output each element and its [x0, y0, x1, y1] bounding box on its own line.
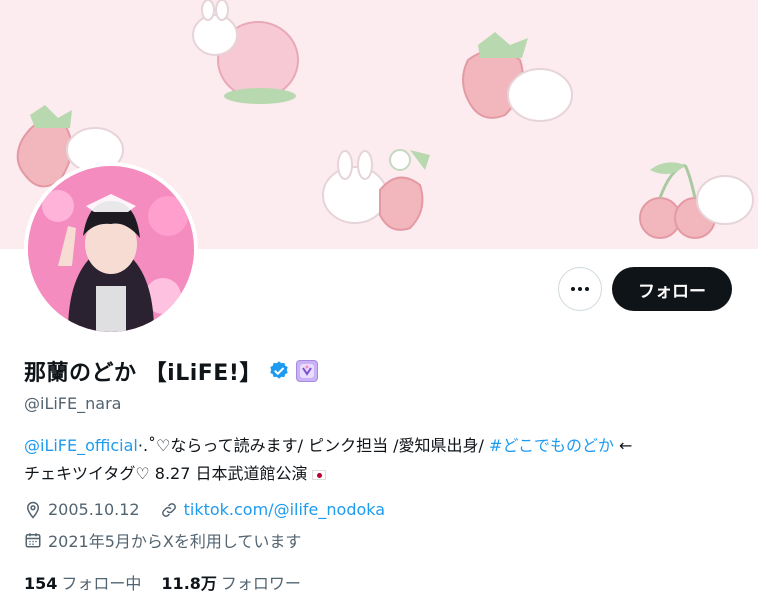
- followers-count: 11.8万: [161, 574, 217, 593]
- following-link[interactable]: 154 フォロー中: [24, 570, 141, 594]
- followers-label: フォロワー: [220, 574, 301, 593]
- more-icon: [571, 287, 589, 291]
- bio-text-arrow: ←: [613, 436, 633, 455]
- following-count: 154: [24, 574, 58, 593]
- profile-avatar[interactable]: [24, 162, 198, 336]
- follow-button[interactable]: フォロー: [612, 267, 732, 311]
- location-icon: [26, 501, 40, 519]
- verified-icon[interactable]: [268, 360, 290, 382]
- affiliate-badge-icon[interactable]: [295, 360, 318, 382]
- joined-date-text: 2021年5月からXを利用しています: [48, 532, 302, 551]
- avatar-photo: [28, 166, 194, 332]
- profile-website-link[interactable]: tiktok.com/@ilife_nodoka: [184, 500, 385, 519]
- flag-icon: [311, 469, 326, 480]
- profile-name-row: 那蘭のどか 【iLiFE!】: [24, 355, 318, 387]
- bio-hashtag-link[interactable]: #どこでものどか: [489, 436, 614, 455]
- more-options-button[interactable]: [558, 267, 602, 311]
- link-icon: [161, 502, 176, 517]
- profile-meta-row: 2005.10.12 tiktok.com/@ilife_nodoka: [24, 500, 385, 519]
- profile-stats: 154 フォロー中 11.8万 フォロワー: [24, 570, 301, 594]
- birthday-text: 2005.10.12: [48, 500, 140, 519]
- bio-mention-link[interactable]: @iLiFE_official: [24, 436, 138, 455]
- profile-handle: @iLiFE_nara: [24, 394, 122, 413]
- profile-joined-row: 2021年5月からXを利用しています: [24, 528, 301, 552]
- profile-bio: @iLiFE_official·.˚♡ならって読みます/ ピンク担当 /愛知県出…: [24, 432, 736, 488]
- following-label: フォロー中: [61, 574, 142, 593]
- bio-text: ·.˚♡ならって読みます/ ピンク担当 /愛知県出身/: [137, 436, 490, 455]
- bio-text-line2: チェキツイタグ♡ 8.27 日本武道館公演: [24, 464, 308, 483]
- calendar-icon: [25, 533, 41, 548]
- display-name: 那蘭のどか 【iLiFE!】: [24, 361, 262, 386]
- followers-link[interactable]: 11.8万 フォロワー: [161, 570, 301, 594]
